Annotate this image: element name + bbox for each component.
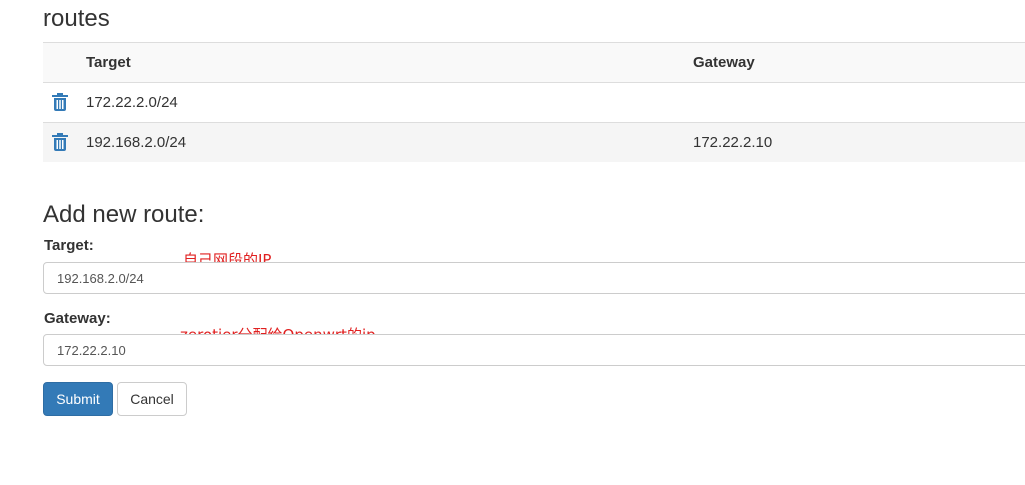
routes-table: Target Gateway 172.22.2.0/24 192.168.2.0… [43,42,1025,162]
target-label: Target: [44,237,94,254]
route-target: 192.168.2.0/24 [86,134,187,151]
table-header-row: Target Gateway [43,42,1025,83]
column-header-gateway: Gateway [693,54,755,71]
table-row: 192.168.2.0/24 172.22.2.10 [43,122,1025,163]
trash-icon[interactable] [52,92,68,115]
route-gateway: 172.22.2.10 [693,134,773,151]
route-target: 172.22.2.0/24 [86,94,178,111]
submit-button[interactable]: Submit [43,382,113,416]
trash-icon[interactable] [52,132,68,155]
route-gateway [693,83,1025,123]
add-route-title: Add new route: [43,201,205,228]
gateway-input[interactable] [43,334,1025,366]
cancel-button[interactable]: Cancel [117,382,187,416]
row-action-cell [43,83,86,123]
header-icon-cell [43,43,86,83]
target-input[interactable] [43,262,1025,294]
row-action-cell [43,123,86,163]
column-header-target: Target [86,54,131,71]
table-row: 172.22.2.0/24 [43,83,1025,123]
page-title: routes [43,5,110,32]
gateway-label: Gateway: [44,310,111,327]
